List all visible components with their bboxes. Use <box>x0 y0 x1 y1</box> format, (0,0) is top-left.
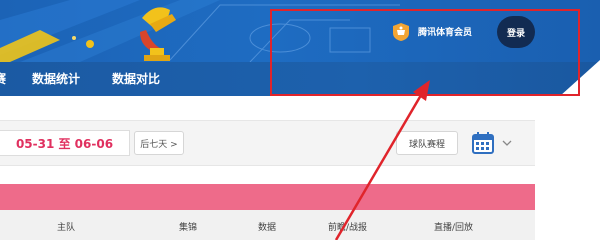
annotation-arrow <box>334 80 430 240</box>
